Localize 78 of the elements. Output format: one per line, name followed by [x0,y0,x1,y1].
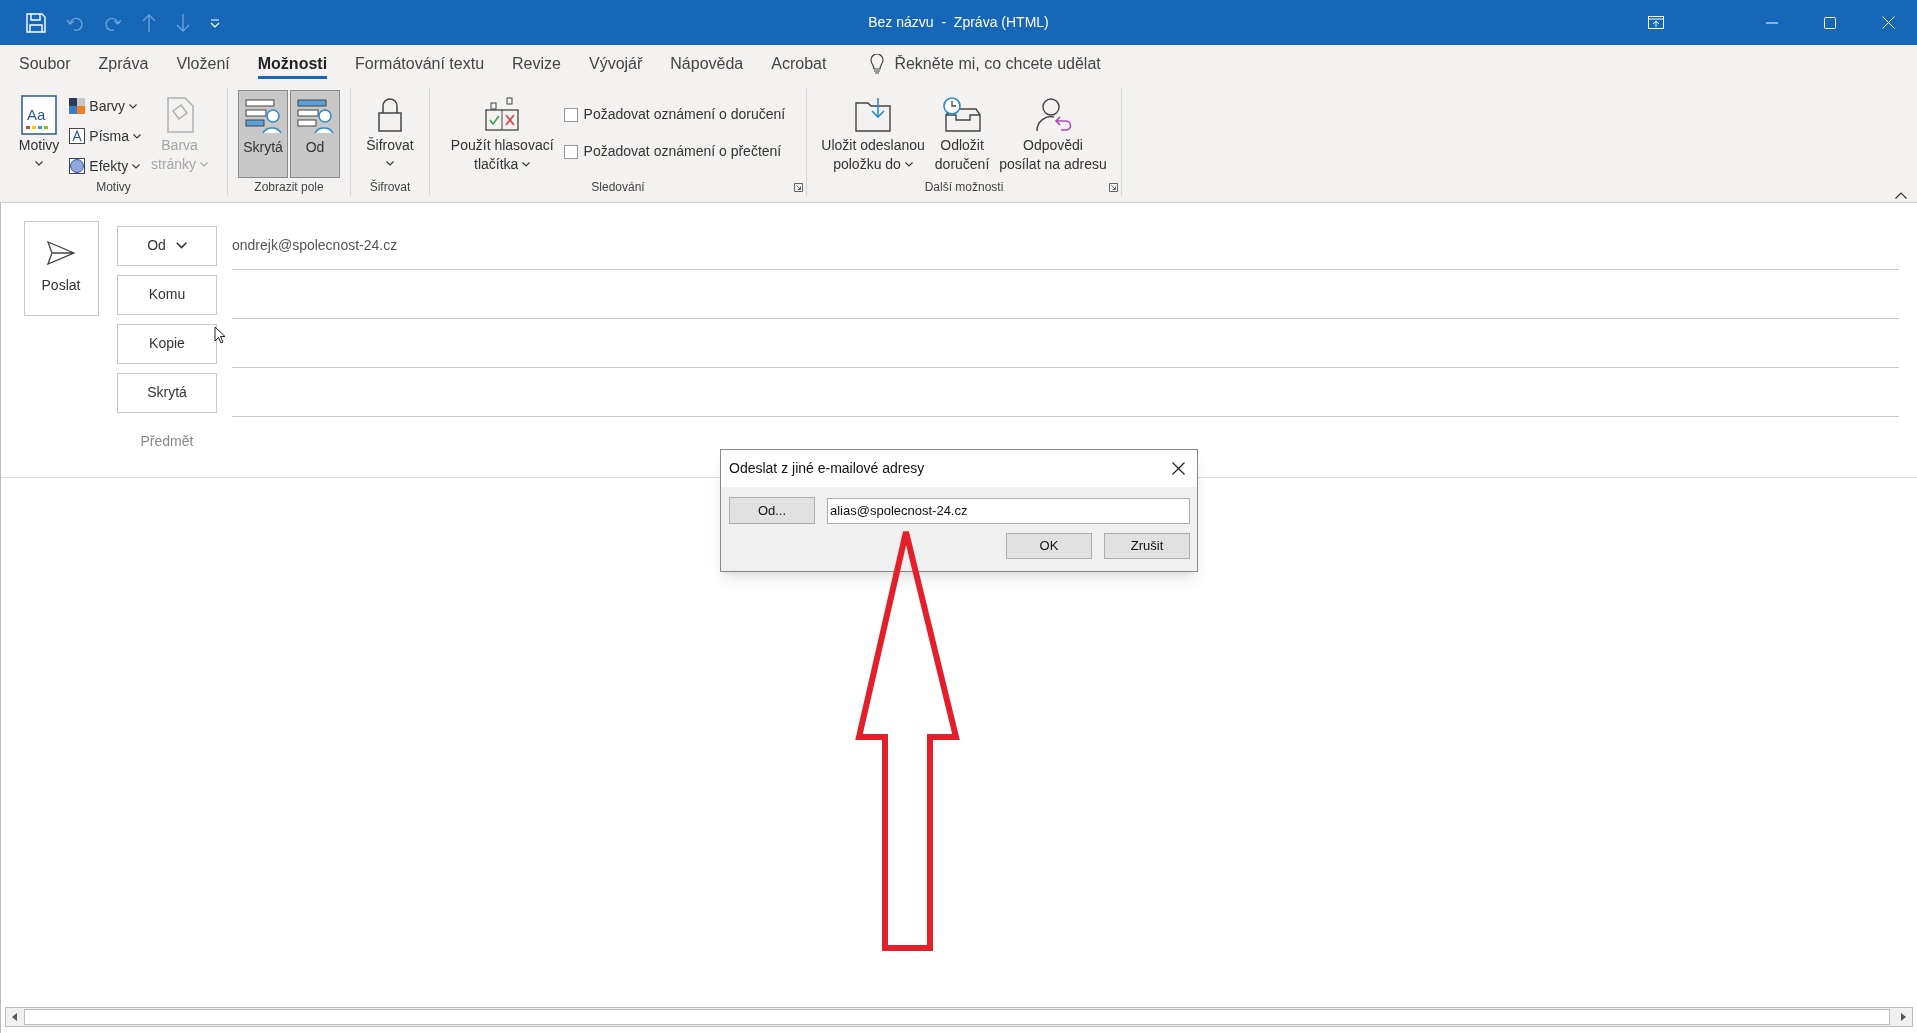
lightbulb-icon [870,53,885,74]
dialog-launcher-icon[interactable] [1109,183,1118,192]
dialog-button[interactable]: Zrušit [1104,533,1190,559]
toggle-button[interactable]: Skrytá [238,90,288,178]
checkbox-label: Požadovat oznámení o přečtení [583,142,782,161]
ribbon-button[interactable]: Odpovědi posílat na adresu [995,90,1111,178]
subject-label: Předmět [139,431,195,451]
font-icon [69,128,86,144]
group-label: Další možnosti [924,179,1004,196]
folder-download-icon [854,97,893,133]
ribbon-button[interactable]: Efekty [69,154,141,178]
ribbon-button[interactable]: Odložit doručení [930,90,994,178]
caret-icon [200,162,209,167]
from-button[interactable]: Od... [729,497,815,524]
bcc-field-icon [244,98,282,134]
caret-icon [386,160,394,166]
minimize-icon[interactable] [1766,21,1778,24]
padlock-icon [377,97,403,133]
caret-icon [133,133,141,139]
checkbox-label: Požadovat oznámení o doručení [583,105,786,124]
horizontal-scrollbar[interactable] [5,1007,1913,1027]
field-label-button[interactable]: Komu [117,274,217,315]
collapse-ribbon-icon[interactable] [1895,192,1907,199]
group-label: Motivy [96,179,131,196]
ribbon-display-icon[interactable] [1648,16,1664,29]
field-label-button[interactable]: Skrytá [117,372,217,413]
group-label: Sledování [591,179,645,196]
caret-icon [35,160,44,166]
ribbon-button[interactable]: Uložit odeslanou položku do [817,90,929,178]
group-label: Šifrovat [369,178,411,196]
dialog-launcher-icon[interactable] [794,183,803,192]
caret-icon [904,162,913,167]
ribbon-button[interactable]: Barvy [69,94,141,118]
ribbon-button[interactable]: Aa Motivy [14,90,64,178]
save-icon[interactable] [26,12,46,33]
send-icon [47,241,75,265]
color-swatch-icon [69,98,86,114]
person-reply-icon [1034,97,1072,133]
ribbon-tab[interactable]: Formátování textu [341,45,499,82]
customize-toolbar-icon[interactable] [210,17,220,28]
ribbon-button[interactable]: Použít hlasovací tlačítka [446,90,558,178]
from-address: ondrejk@spolecnost-24.cz [232,235,398,255]
ribbon-tab[interactable]: Vývojář [574,45,657,82]
checkbox[interactable] [563,144,578,159]
scrollbar-thumb[interactable] [24,1009,1890,1025]
checkbox[interactable] [563,107,578,122]
ribbon-tab[interactable]: Zpráva [84,45,163,82]
dialog-title: Odeslat z jiné e-mailové adresy [729,459,925,478]
voting-icon [484,97,521,133]
send-button[interactable]: Poslat [23,221,99,316]
caret-icon [175,242,187,249]
field-label-button[interactable]: Kopie [117,323,217,364]
group-label: Zobrazit pole [254,179,324,196]
ribbon-button[interactable]: Šifrovat [362,90,418,178]
close-icon[interactable] [1172,462,1185,475]
caret-icon [522,162,531,167]
caret-icon [132,163,141,169]
effects-circle-icon [69,158,86,174]
toggle-button[interactable]: Od [290,90,340,178]
window-title: Bez názvu - Zpráva (HTML) [868,13,1049,32]
from-field-icon [296,98,334,134]
maximize-icon[interactable] [1824,16,1836,29]
dialog-button[interactable]: OK [1006,533,1092,559]
field-label-button[interactable]: Od [117,225,217,266]
caret-icon [129,103,138,109]
ribbon-tab[interactable]: Vložení [162,45,244,82]
tell-me-field[interactable]: Řekněte mi, co chcete udělat [894,51,1155,76]
ribbon-tab[interactable]: Nápověda [656,45,758,82]
mouse-cursor-icon [214,326,226,344]
ribbon-tab[interactable]: Acrobat [757,45,841,82]
page-color-icon [164,97,195,133]
address-field[interactable]: alias@spolecnost-24.cz [827,497,1190,524]
clock-tray-icon [942,97,983,133]
ribbon-tab[interactable]: Možnosti [243,45,342,82]
theme-icon: Aa [21,95,58,135]
ribbon-button[interactable]: Písma [69,124,141,148]
ribbon-tab[interactable]: Revize [498,45,575,82]
ribbon-tab[interactable]: Soubor [5,45,85,82]
